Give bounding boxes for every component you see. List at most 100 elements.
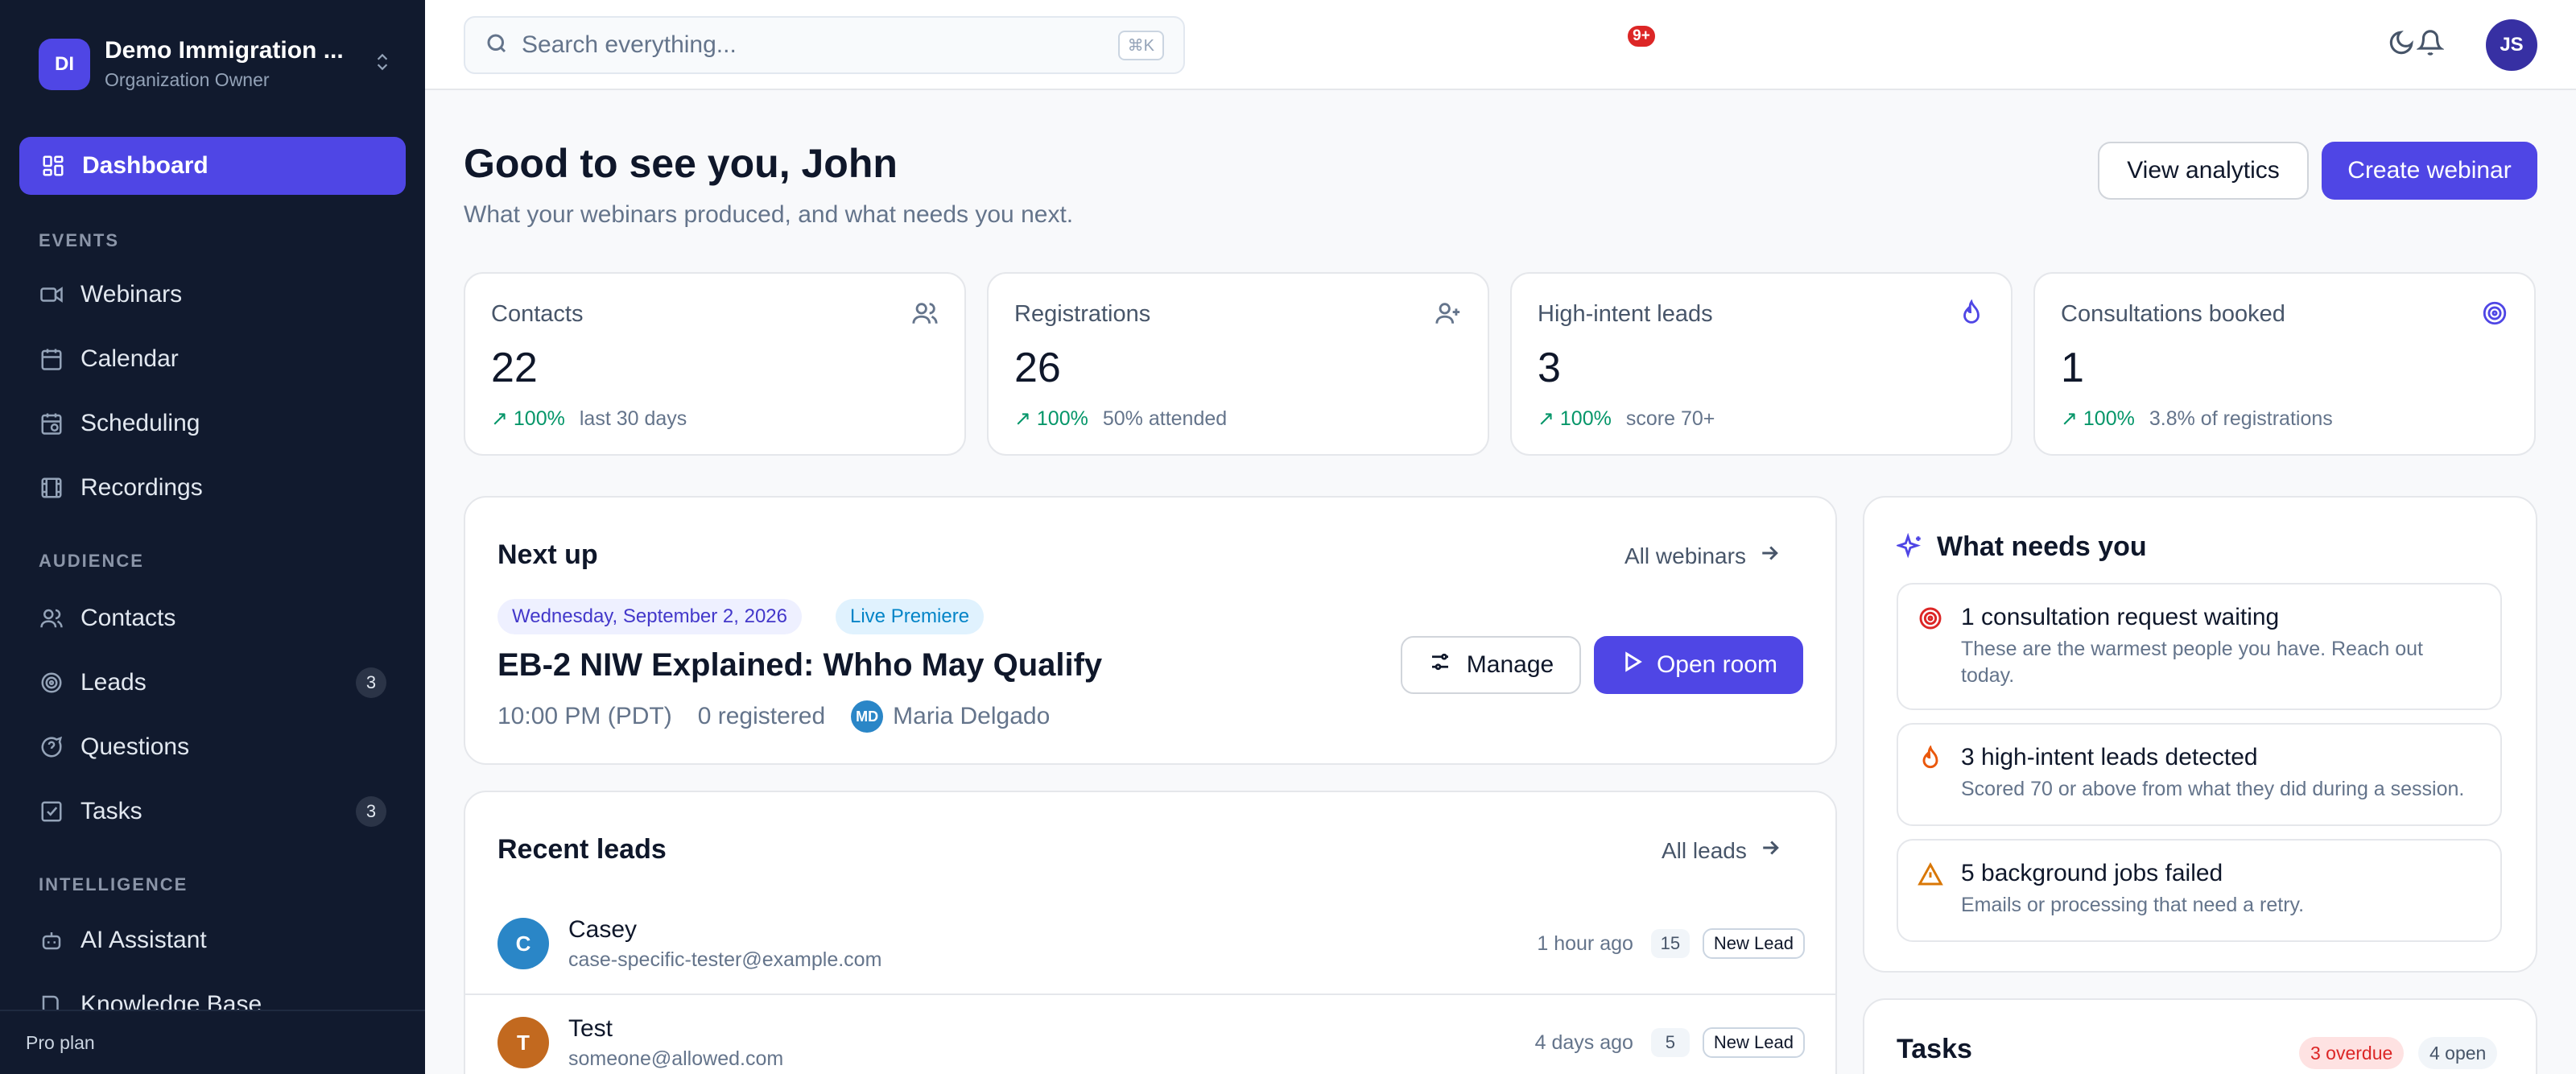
user-avatar[interactable]: JS: [2486, 19, 2537, 71]
page-title: Good to see you, John: [464, 141, 898, 186]
lead-row[interactable]: T Test someone@allowed.com 4 days ago 5 …: [465, 993, 1835, 1074]
lead-status-badge: New Lead: [1702, 1027, 1805, 1058]
calendar-icon: [39, 346, 64, 372]
stat-change: ↗ 100%: [491, 407, 565, 430]
org-role: Organization Owner: [105, 69, 270, 90]
sidebar-item-ai-assistant[interactable]: AI Assistant: [39, 916, 386, 965]
sidebar-item-label: Recordings: [80, 474, 203, 501]
check-square-icon: [39, 799, 64, 824]
recent-leads-card: Recent leads All leads C Casey case-spec…: [464, 791, 1837, 1074]
stat-card-consultations: Consultations booked 1 ↗ 100% 3.8% of reg…: [2033, 272, 2536, 456]
sidebar-item-dashboard[interactable]: Dashboard: [19, 137, 406, 195]
arrow-right-icon: [1746, 541, 1781, 571]
warning-icon: [1918, 861, 1943, 887]
need-title: 5 background jobs failed: [1961, 860, 2223, 886]
sliders-icon: [1428, 650, 1467, 680]
sidebar-item-tasks[interactable]: Tasks 3: [39, 787, 386, 836]
sidebar-item-label: Calendar: [80, 345, 179, 372]
stat-change: ↗ 100%: [1538, 407, 1612, 430]
card-title: What needs you: [1937, 531, 2147, 562]
video-icon: [39, 282, 64, 308]
dashboard-icon: [40, 153, 66, 179]
need-item-consultation[interactable]: 1 consultation request waiting These are…: [1897, 583, 2502, 710]
search-placeholder: Search everything...: [522, 31, 737, 58]
next-up-card: Next up All webinars Wednesday, Septembe…: [464, 496, 1837, 765]
card-title: Tasks: [1897, 1034, 1972, 1064]
open-room-button[interactable]: Open room: [1594, 636, 1803, 694]
host-avatar: MD: [851, 700, 884, 733]
sidebar: DI Demo Immigration ... Organization Own…: [0, 0, 425, 1074]
lead-status-badge: New Lead: [1702, 928, 1805, 959]
open-badge: 4 open: [2418, 1037, 2498, 1069]
stat-change: ↗ 100%: [1014, 407, 1088, 430]
nav-section-intelligence: INTELLIGENCE: [39, 874, 188, 894]
sidebar-item-recordings[interactable]: Recordings: [39, 464, 386, 512]
sidebar-item-leads[interactable]: Leads 3: [39, 659, 386, 707]
org-switcher[interactable]: DI Demo Immigration ... Organization Own…: [39, 37, 393, 91]
lead-row[interactable]: C Casey case-specific-tester@example.com…: [465, 895, 1835, 992]
lead-score: 5: [1650, 1028, 1690, 1057]
stat-change: ↗ 100%: [2061, 407, 2135, 430]
sparkles-icon: [1895, 532, 1924, 560]
sidebar-item-contacts[interactable]: Contacts: [39, 594, 386, 642]
sidebar-item-calendar[interactable]: Calendar: [39, 335, 386, 383]
target-icon: [2481, 299, 2508, 327]
lead-avatar: C: [497, 918, 549, 969]
stat-note: 50% attended: [1102, 407, 1228, 430]
stat-label: Consultations booked: [2061, 301, 2285, 327]
lead-time: 1 hour ago: [1537, 931, 1633, 955]
topbar: Search everything... ⌘K 9+ JS: [425, 0, 2576, 90]
sidebar-item-webinars[interactable]: Webinars: [39, 271, 386, 319]
users-icon: [911, 299, 939, 327]
tasks-count-badge: 3: [356, 796, 386, 827]
chevrons-up-down-icon: [372, 48, 393, 81]
stat-note: 3.8% of registrations: [2149, 407, 2333, 430]
question-icon: [39, 734, 64, 760]
need-desc: Emails or processing that need a retry.: [1961, 894, 2305, 916]
overdue-badge: 3 overdue: [2299, 1037, 2405, 1069]
org-name: Demo Immigration ...: [105, 37, 344, 64]
manage-button[interactable]: Manage: [1401, 636, 1581, 694]
film-icon: [39, 475, 64, 501]
user-plus-icon: [1435, 299, 1462, 327]
view-analytics-button[interactable]: View analytics: [2098, 142, 2309, 200]
stat-value: 22: [491, 345, 538, 391]
stat-note: last 30 days: [579, 407, 687, 430]
need-desc: These are the warmest people you have. R…: [1961, 638, 2423, 687]
search-input[interactable]: Search everything... ⌘K: [464, 16, 1185, 74]
webinar-registered: 0 registered: [697, 703, 826, 729]
sidebar-item-label: AI Assistant: [80, 927, 207, 953]
webinar-date-pill: Wednesday, September 2, 2026: [497, 599, 802, 634]
tasks-card: Tasks 3 overdue 4 open: [1863, 998, 2537, 1074]
page-subtitle: What your webinars produced, and what ne…: [464, 201, 1074, 228]
stat-value: 1: [2061, 345, 2084, 391]
stat-label: High-intent leads: [1538, 301, 1713, 327]
lead-name: Test: [568, 1014, 613, 1042]
sidebar-item-questions[interactable]: Questions: [39, 723, 386, 771]
sidebar-item-scheduling[interactable]: Scheduling: [39, 399, 386, 448]
sidebar-item-label: Dashboard: [82, 152, 208, 179]
need-item-high-intent[interactable]: 3 high-intent leads detected Scored 70 o…: [1897, 723, 2502, 826]
lead-score: 15: [1650, 929, 1690, 958]
stat-card-high-intent-leads: High-intent leads 3 ↗ 100% score 70+: [1510, 272, 2013, 456]
lead-time: 4 days ago: [1534, 1031, 1633, 1054]
play-icon: [1620, 650, 1657, 680]
moon-icon[interactable]: [2388, 29, 2420, 61]
need-desc: Scored 70 or above from what they did du…: [1961, 778, 2465, 800]
stat-label: Registrations: [1014, 301, 1151, 327]
bell-icon[interactable]: [2416, 29, 2449, 61]
all-webinars-link[interactable]: All webinars: [1624, 541, 1781, 571]
sidebar-item-label: Webinars: [80, 281, 183, 308]
all-leads-link[interactable]: All leads: [1662, 836, 1782, 865]
card-title: Next up: [497, 539, 598, 570]
lead-email: someone@allowed.com: [568, 1047, 784, 1070]
need-title: 3 high-intent leads detected: [1961, 744, 2258, 770]
stat-label: Contacts: [491, 301, 584, 327]
create-webinar-button[interactable]: Create webinar: [2322, 142, 2537, 200]
lead-email: case-specific-tester@example.com: [568, 948, 882, 971]
stat-value: 3: [1538, 345, 1561, 391]
arrow-right-icon: [1747, 836, 1782, 865]
need-item-failed-jobs[interactable]: 5 background jobs failed Emails or proce…: [1897, 839, 2502, 942]
webinar-meta: 10:00 PM (PDT) 0 registered MD Maria Del…: [497, 700, 1050, 733]
webinar-title[interactable]: EB-2 NIW Explained: Whho May Qualify: [497, 647, 1102, 684]
